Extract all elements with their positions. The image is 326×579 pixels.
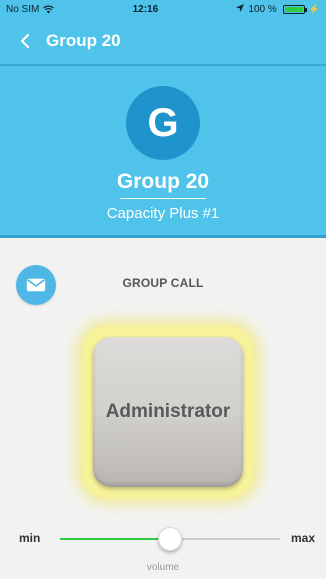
location-arrow-icon [236, 3, 245, 15]
group-subtitle: Capacity Plus #1 [106, 205, 220, 222]
ptt-label: Administrator [105, 401, 231, 422]
back-button[interactable] [20, 25, 42, 57]
nav-title: Group 20 [46, 31, 121, 50]
volume-slider[interactable] [60, 527, 280, 551]
status-bar: No SIM 12:16 100 % ⚡ [0, 0, 326, 18]
volume-label: volume [146, 562, 180, 573]
status-right: 100 % ⚡ [236, 3, 320, 15]
carrier-label: No SIM [6, 3, 40, 15]
volume-slider-fill [60, 538, 170, 540]
wifi-icon [43, 5, 55, 14]
volume-slider-thumb[interactable] [158, 527, 182, 551]
battery-icon [282, 4, 307, 14]
push-to-talk-button[interactable]: Administrator [93, 337, 243, 487]
battery-fill [284, 6, 303, 12]
group-header: G Group 20 Capacity Plus #1 [0, 66, 326, 238]
chevron-left-icon [20, 34, 30, 48]
status-left: No SIM [6, 3, 55, 15]
nav-bar: Group 20 [0, 18, 326, 66]
group-avatar: G [126, 86, 200, 160]
name-divider [120, 198, 206, 199]
status-time: 12:16 [132, 3, 159, 15]
call-type-label: GROUP CALL [122, 276, 204, 290]
volume-max-label: max [290, 531, 315, 545]
battery-percent: 100 % [248, 3, 277, 15]
battery-tip [304, 7, 307, 12]
group-name: Group 20 [116, 170, 210, 193]
charging-bolt-icon: ⚡ [308, 3, 320, 14]
volume-min-label: min [19, 531, 41, 545]
